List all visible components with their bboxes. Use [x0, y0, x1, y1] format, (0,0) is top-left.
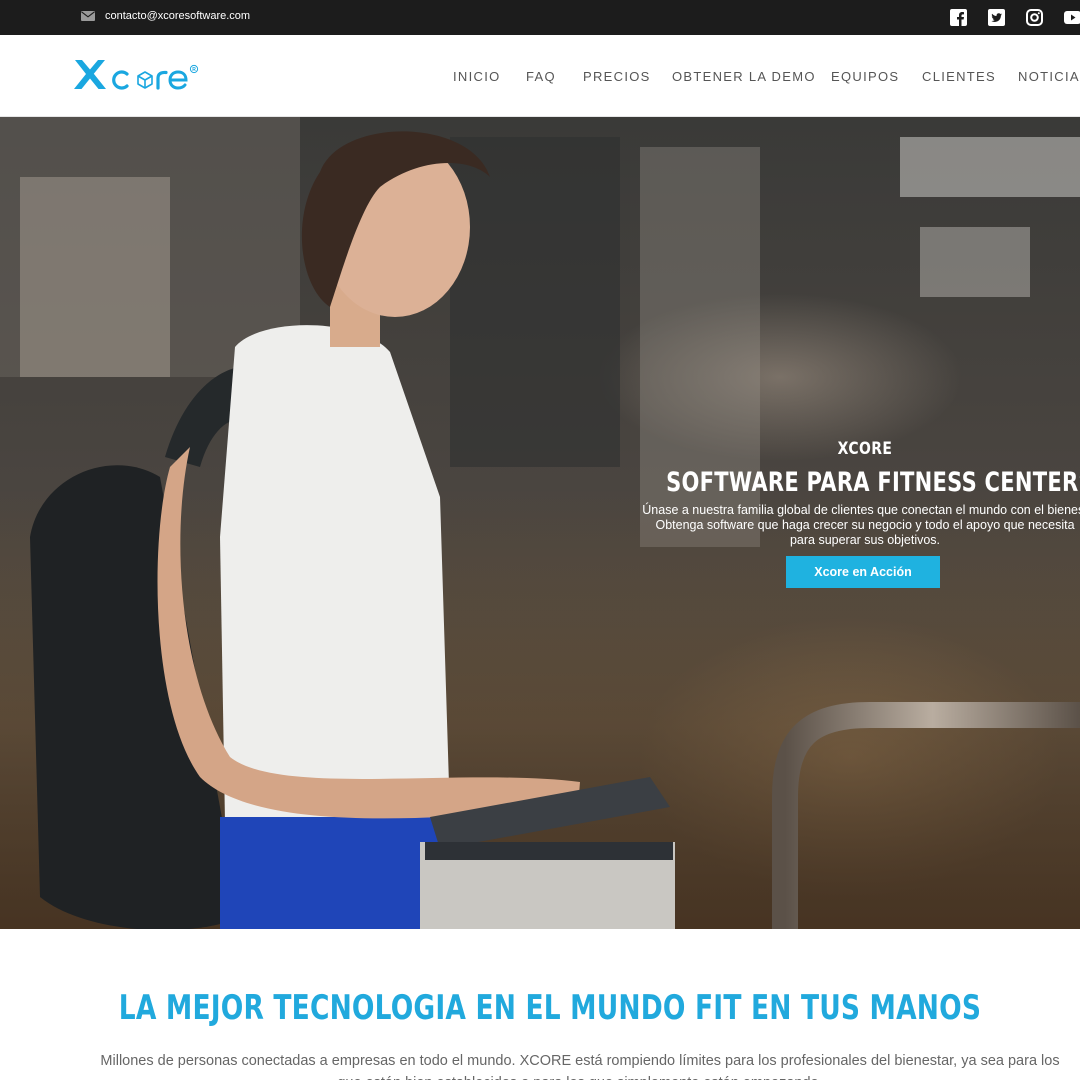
section-body: Millones de personas conectadas a empres…	[100, 1053, 1060, 1080]
facebook-icon[interactable]	[950, 9, 967, 26]
nav-item-obtener-la-demo[interactable]: OBTENER LA DEMO	[672, 69, 816, 84]
hero-eyebrow: XCORE	[837, 439, 893, 459]
nav-item-precios[interactable]: PRECIOS	[583, 69, 651, 84]
hero-title: SOFTWARE PARA FITNESS CENTERS	[666, 467, 1080, 498]
nav-item-faq[interactable]: FAQ	[526, 69, 556, 84]
hero-description: Únase a nuestra familia global de client…	[620, 503, 1080, 548]
xcore-en-accion-button[interactable]: Xcore en Acción	[786, 556, 940, 588]
hero-description-line: Obtenga software que haga crecer su nego…	[655, 518, 1075, 532]
nav-item-equipos[interactable]: EQUIPOS	[831, 69, 899, 84]
mail-icon	[81, 11, 95, 21]
instagram-icon[interactable]	[1026, 9, 1043, 26]
section-title: LA MEJOR TECNOLOGIA EN EL MUNDO FIT EN T…	[118, 988, 982, 1028]
main-nav: INICIO FAQ PRECIOS OBTENER LA DEMO EQUIP…	[0, 69, 1080, 85]
site-header: R INICIO FAQ PRECIOS OBTENER LA DEMO EQU…	[0, 35, 1080, 117]
nav-item-inicio[interactable]: INICIO	[453, 69, 501, 84]
nav-item-clientes[interactable]: CLIENTES	[922, 69, 996, 84]
top-bar: contacto@xcoresoftware.com	[0, 0, 1080, 35]
hero-description-line: Únase a nuestra familia global de client…	[642, 503, 1080, 517]
nav-item-noticias[interactable]: NOTICIAS	[1018, 69, 1080, 84]
youtube-icon[interactable]	[1064, 9, 1080, 26]
hero-banner: XCORE SOFTWARE PARA FITNESS CENTERS Únas…	[0, 117, 1080, 929]
hero-description-line: para superar sus objetivos.	[789, 533, 941, 547]
contact-email-link[interactable]: contacto@xcoresoftware.com	[105, 10, 250, 22]
twitter-icon[interactable]	[988, 9, 1005, 26]
